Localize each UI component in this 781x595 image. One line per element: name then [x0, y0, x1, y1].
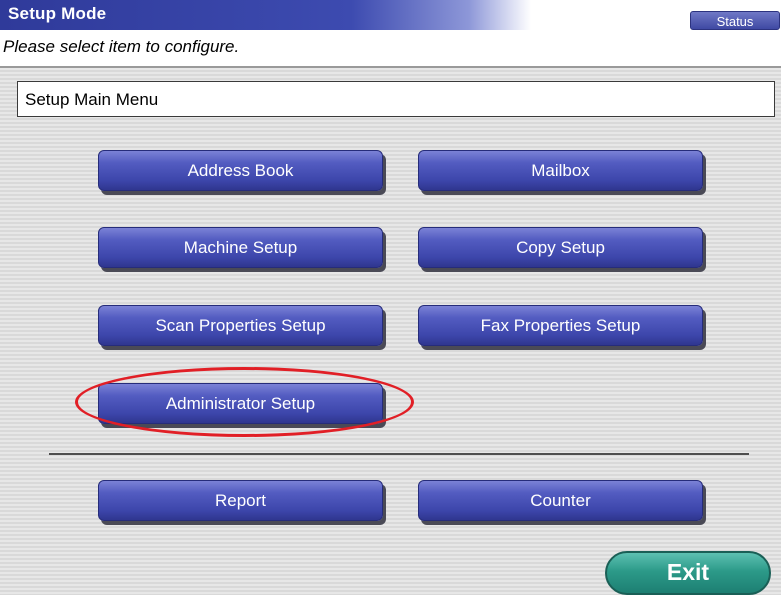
page-title: Setup Mode: [8, 4, 107, 23]
section-divider: [49, 453, 749, 455]
instruction-text: Please select item to configure.: [3, 37, 240, 56]
menu-header-box: Setup Main Menu: [17, 81, 775, 117]
machine-setup-button[interactable]: Machine Setup: [98, 227, 383, 268]
copy-setup-button[interactable]: Copy Setup: [418, 227, 703, 268]
counter-button[interactable]: Counter: [418, 480, 703, 521]
report-button[interactable]: Report: [98, 480, 383, 521]
instruction-divider: [0, 66, 781, 68]
instruction-bar: Please select item to configure.: [0, 30, 781, 67]
status-button[interactable]: Status: [690, 11, 780, 30]
menu-header-label: Setup Main Menu: [25, 90, 159, 109]
fax-properties-setup-button[interactable]: Fax Properties Setup: [418, 305, 703, 346]
scan-properties-setup-button[interactable]: Scan Properties Setup: [98, 305, 383, 346]
exit-button[interactable]: Exit: [605, 551, 771, 595]
mailbox-button[interactable]: Mailbox: [418, 150, 703, 191]
administrator-setup-button[interactable]: Administrator Setup: [98, 383, 383, 424]
address-book-button[interactable]: Address Book: [98, 150, 383, 191]
title-bar: Setup Mode Status: [0, 0, 781, 30]
